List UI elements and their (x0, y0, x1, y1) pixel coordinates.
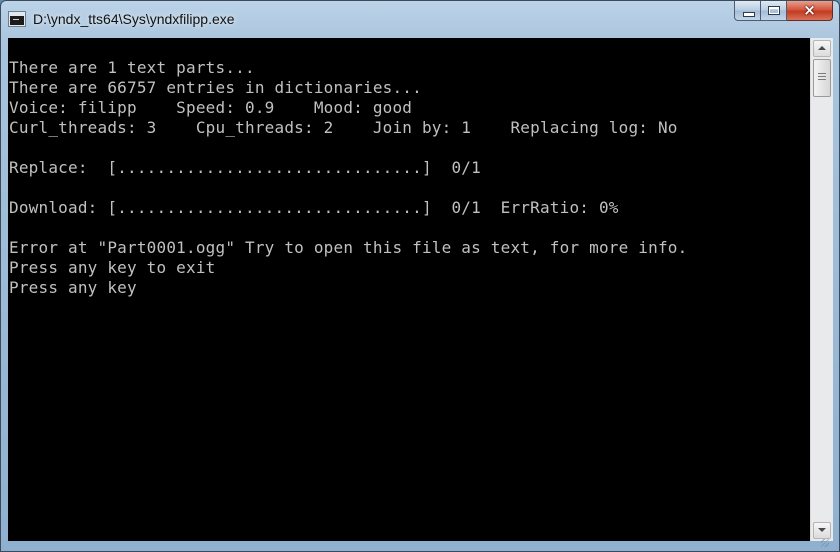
caption-buttons: × (734, 1, 833, 23)
close-button[interactable]: × (787, 1, 833, 21)
minimize-button[interactable] (734, 1, 761, 21)
scroll-down-arrow-icon[interactable] (813, 522, 831, 539)
console-line: Press any key (9, 278, 137, 297)
console-window: D:\yndx_tts64\Sys\yndxfilipp.exe × There… (0, 0, 840, 552)
console-line: Press any key to exit (9, 258, 216, 277)
minimize-icon (743, 12, 755, 17)
title-bar[interactable]: D:\yndx_tts64\Sys\yndxfilipp.exe × (1, 1, 839, 37)
console-line: Replace: [..............................… (9, 158, 481, 177)
console-app-icon[interactable] (9, 12, 25, 26)
console-text: There are 1 text parts... There are 66757… (9, 58, 687, 298)
maximize-button[interactable] (761, 1, 787, 21)
window-title: D:\yndx_tts64\Sys\yndxfilipp.exe (33, 11, 235, 27)
console-line: Error at "Part0001.ogg" Try to open this… (9, 238, 688, 257)
console-line: Curl_threads: 3 Cpu_threads: 2 Join by: … (9, 118, 678, 137)
resize-grip-icon[interactable] (821, 539, 829, 547)
vertical-scrollbar[interactable] (810, 38, 833, 541)
console-line: Download: [.............................… (9, 198, 619, 217)
close-icon: × (803, 1, 816, 19)
console-line: There are 1 text parts... (9, 58, 255, 77)
console-output-area[interactable]: There are 1 text parts... There are 66757… (8, 38, 810, 541)
scrollbar-thumb[interactable] (813, 59, 831, 97)
maximize-icon (768, 6, 780, 15)
console-line: Voice: filipp Speed: 0.9 Mood: good (9, 98, 413, 117)
scroll-up-arrow-icon[interactable] (813, 40, 831, 57)
console-line: There are 66757 entries in dictionaries.… (9, 78, 422, 97)
